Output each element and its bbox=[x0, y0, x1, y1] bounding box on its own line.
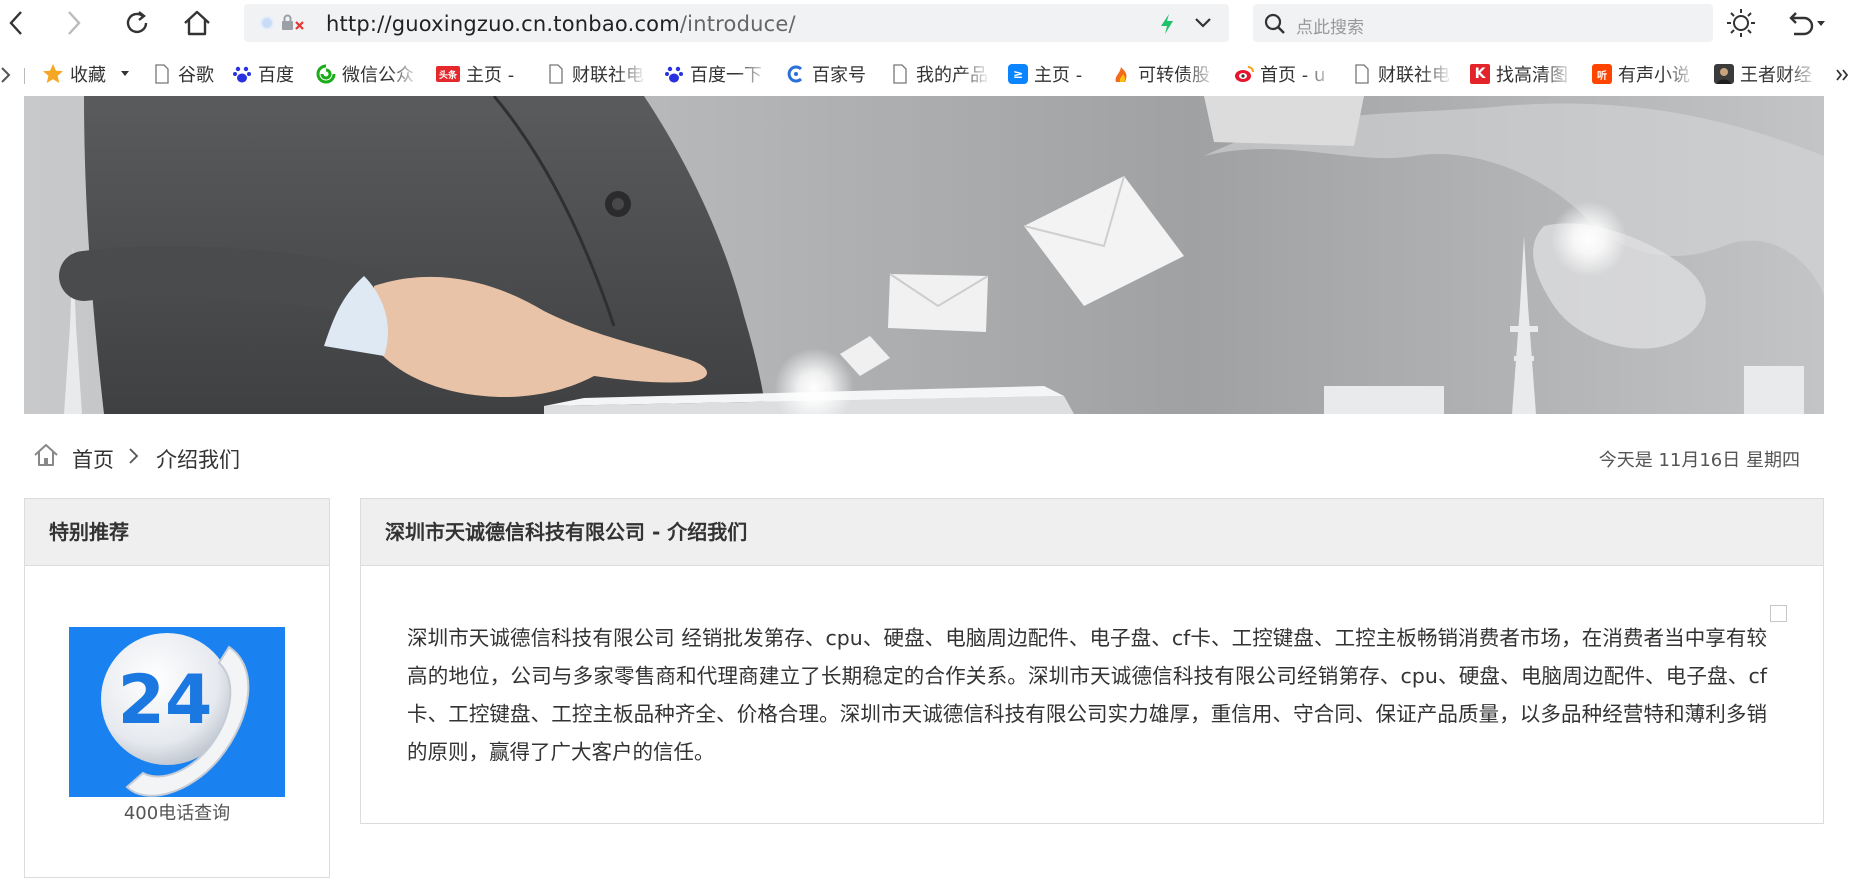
breadcrumb-current: 介绍我们 bbox=[156, 448, 240, 472]
reload-button[interactable] bbox=[120, 6, 154, 40]
more-bookmarks-icon[interactable] bbox=[1836, 66, 1850, 84]
bookmark-zhihu-home[interactable]: ≥ 主页 - bbox=[1008, 60, 1094, 88]
bookmark-baidu[interactable]: 百度 bbox=[232, 60, 302, 88]
search-placeholder: 点此搜索 bbox=[1296, 18, 1364, 38]
phone-24-icon: 24 bbox=[69, 627, 285, 797]
image-placeholder-checkbox[interactable] bbox=[1770, 605, 1787, 622]
site-info-icon[interactable] bbox=[260, 16, 274, 30]
k-logo-icon: K bbox=[1470, 64, 1490, 84]
hotline-ad-image[interactable]: 24 bbox=[69, 627, 285, 797]
intro-article: 深圳市天诚德信科技有限公司 经销批发第存、cpu、硬盘、电脑周边配件、电子盘、c… bbox=[407, 619, 1767, 771]
sidebar-title: 特别推荐 bbox=[25, 499, 329, 566]
insecure-lock-icon[interactable] bbox=[280, 14, 306, 32]
search-box[interactable]: 点此搜索 bbox=[1253, 4, 1713, 42]
bookmark-cailianshe-1[interactable]: 财联社电 bbox=[546, 60, 646, 88]
hotline-ad-caption[interactable]: 400电话查询 bbox=[25, 799, 329, 825]
intro-paragraph: 深圳市天诚德信科技有限公司 经销批发第存、cpu、硬盘、电脑周边配件、电子盘、c… bbox=[407, 626, 1767, 764]
bookmark-baijiahao[interactable]: 百家号 bbox=[786, 60, 876, 88]
baidu-paw-icon bbox=[233, 66, 251, 83]
home-button[interactable] bbox=[180, 6, 214, 40]
back-button[interactable] bbox=[0, 6, 34, 40]
bookmark-convertible-bonds[interactable]: 可转债股 bbox=[1112, 60, 1216, 88]
zhihu-icon: ≥ bbox=[1008, 64, 1028, 84]
featured-sidebar: 特别推荐 24 400电话查询 bbox=[24, 498, 330, 878]
breadcrumb-home-link[interactable]: 首页 bbox=[72, 444, 114, 474]
bookmark-baidu-search[interactable]: 百度一下 bbox=[664, 60, 768, 88]
baijiahao-icon bbox=[787, 65, 803, 83]
chevron-right-icon[interactable] bbox=[0, 66, 14, 84]
bookmarks-bar: 收藏 谷歌 百度 微信公众 头条 主页 - 财联社电 百度一下 百家号 我的产品… bbox=[0, 54, 1852, 94]
chevron-down-icon[interactable] bbox=[1193, 16, 1213, 30]
ad-number-text: 24 bbox=[118, 661, 213, 740]
bookmark-audio-novels[interactable]: 听 有声小说 bbox=[1592, 60, 1696, 88]
page-icon bbox=[893, 64, 907, 84]
page-icon bbox=[1355, 64, 1369, 84]
reload-icon bbox=[126, 11, 148, 34]
bookmark-favorites[interactable]: 收藏 bbox=[42, 60, 134, 88]
bookmark-my-products[interactable]: 我的产品 bbox=[890, 60, 990, 88]
weibo-icon bbox=[1235, 66, 1254, 82]
lightning-icon[interactable] bbox=[1159, 13, 1175, 35]
wechat-icon bbox=[316, 64, 336, 84]
bookmark-hd-images[interactable]: K 找高清图 bbox=[1470, 60, 1574, 88]
avatar-icon bbox=[1714, 64, 1734, 84]
bookmark-cailianshe-2[interactable]: 财联社电 bbox=[1352, 60, 1452, 88]
star-icon bbox=[43, 64, 63, 83]
divider bbox=[24, 68, 25, 84]
undo-menu-button[interactable] bbox=[1778, 6, 1834, 40]
bookmark-toutiao-home[interactable]: 头条 主页 - bbox=[436, 60, 522, 88]
breadcrumb: 首页 介绍我们 今天是 11月16日 星期四 bbox=[24, 430, 1824, 486]
browser-toolbar: http://guoxingzuo.cn.tonbao.com/introduc… bbox=[0, 0, 1852, 46]
page-icon bbox=[549, 64, 563, 84]
back-arrow-icon bbox=[9, 11, 22, 35]
hero-banner bbox=[24, 96, 1824, 414]
bookmark-wechat[interactable]: 微信公众 bbox=[316, 60, 420, 88]
undo-icon bbox=[1789, 12, 1825, 36]
intro-title: 深圳市天诚德信科技有限公司 - 介绍我们 bbox=[361, 499, 1823, 566]
page-icon bbox=[155, 64, 169, 84]
toutiao-icon: 头条 bbox=[436, 66, 460, 82]
home-icon bbox=[184, 10, 210, 36]
bookmark-google[interactable]: 谷歌 bbox=[152, 60, 222, 88]
banner-illustration bbox=[24, 96, 1824, 414]
bookmark-weibo-home[interactable]: 首页 - u bbox=[1234, 60, 1334, 88]
forward-button[interactable] bbox=[56, 6, 90, 40]
url-text[interactable]: http://guoxingzuo.cn.tonbao.com/introduc… bbox=[326, 12, 796, 36]
ting-icon: 听 bbox=[1592, 64, 1612, 84]
flame-icon bbox=[1115, 67, 1127, 82]
baidu-paw-icon bbox=[665, 66, 683, 83]
bookmark-wangzhe-finance[interactable]: 王者财经 bbox=[1714, 60, 1818, 88]
caret-down-icon[interactable] bbox=[120, 70, 130, 78]
search-icon bbox=[1264, 13, 1285, 34]
intro-panel: 深圳市天诚德信科技有限公司 - 介绍我们 深圳市天诚德信科技有限公司 经销批发第… bbox=[360, 498, 1824, 824]
address-bar[interactable]: http://guoxingzuo.cn.tonbao.com/introduc… bbox=[244, 4, 1229, 42]
chevron-right-icon bbox=[129, 448, 139, 464]
sun-icon bbox=[1727, 9, 1755, 37]
home-icon[interactable] bbox=[33, 442, 59, 468]
today-date: 今天是 11月16日 星期四 bbox=[1598, 450, 1800, 471]
brightness-button[interactable] bbox=[1724, 6, 1758, 40]
forward-arrow-icon bbox=[68, 11, 81, 35]
